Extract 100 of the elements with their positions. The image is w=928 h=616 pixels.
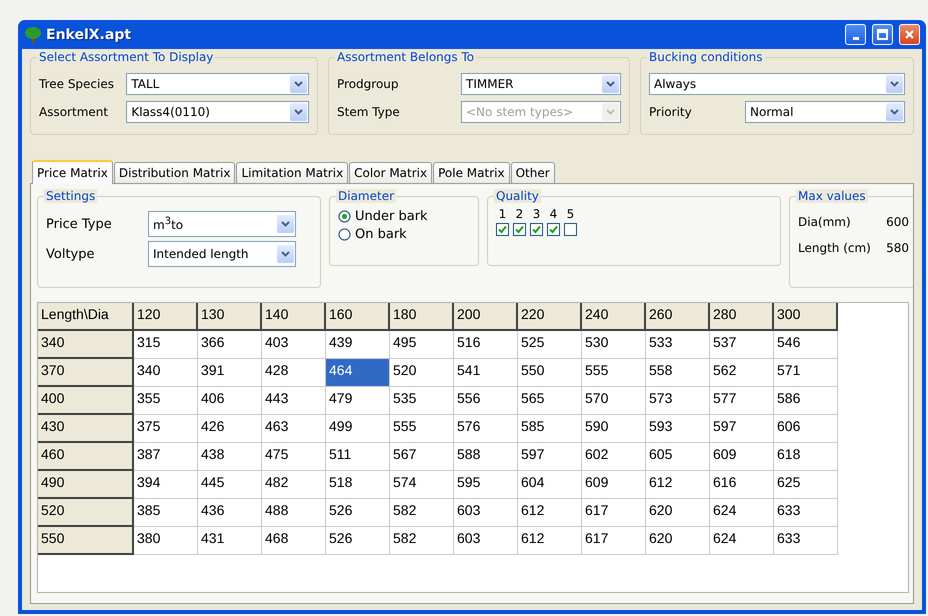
table-cell[interactable]: 606 (774, 415, 838, 443)
table-cell[interactable]: 403 (262, 331, 326, 359)
table-cell[interactable]: 550 (518, 359, 582, 387)
checkbox[interactable] (513, 223, 526, 236)
table-cell[interactable]: 625 (774, 471, 838, 499)
dropdown[interactable]: Always (649, 73, 905, 95)
table-cell[interactable]: 576 (454, 415, 518, 443)
table-cell[interactable]: 438 (198, 443, 262, 471)
table-cell[interactable]: 567 (390, 443, 454, 471)
table-cell[interactable]: 617 (582, 499, 646, 527)
table-cell[interactable]: 526 (326, 499, 390, 527)
table-cell[interactable]: 633 (774, 527, 838, 555)
table-cell[interactable]: 443 (262, 387, 326, 415)
table-cell[interactable]: 475 (262, 443, 326, 471)
table-cell[interactable]: 464 (326, 359, 390, 387)
table-cell[interactable]: 541 (454, 359, 518, 387)
table-cell[interactable]: 530 (582, 331, 646, 359)
dropdown[interactable]: m$^{3}$to (148, 211, 296, 237)
table-cell[interactable]: 616 (710, 471, 774, 499)
table-cell[interactable]: 574 (390, 471, 454, 499)
table-cell[interactable]: 426 (198, 415, 262, 443)
table-cell[interactable]: 520 (390, 359, 454, 387)
checkbox[interactable] (530, 223, 543, 236)
table-cell[interactable]: 558 (646, 359, 710, 387)
tab[interactable]: Color Matrix (349, 162, 432, 183)
table-cell[interactable]: 597 (518, 443, 582, 471)
table-cell[interactable]: 482 (262, 471, 326, 499)
table-cell[interactable]: 535 (390, 387, 454, 415)
table-cell[interactable]: 436 (198, 499, 262, 527)
tab[interactable]: Distribution Matrix (114, 162, 236, 183)
table-cell[interactable]: 612 (518, 499, 582, 527)
table-cell[interactable]: 380 (134, 527, 198, 555)
table-cell[interactable]: 620 (646, 499, 710, 527)
table-cell[interactable]: 593 (646, 415, 710, 443)
table-cell[interactable]: 577 (710, 387, 774, 415)
radio-option[interactable]: Under bark (338, 207, 428, 225)
table-cell[interactable]: 590 (582, 415, 646, 443)
minimize-button[interactable] (845, 24, 866, 45)
tab[interactable]: Other (510, 162, 555, 183)
tab[interactable]: Limitation Matrix (236, 162, 348, 183)
table-cell[interactable]: 573 (646, 387, 710, 415)
table-cell[interactable]: 468 (262, 527, 326, 555)
maximize-button[interactable] (872, 24, 893, 45)
checkbox[interactable] (564, 223, 577, 236)
table-cell[interactable]: 375 (134, 415, 198, 443)
table-cell[interactable]: 603 (454, 499, 518, 527)
dropdown[interactable]: Normal (745, 101, 905, 123)
dropdown[interactable]: TALL (126, 73, 309, 95)
table-cell[interactable]: 391 (198, 359, 262, 387)
table-cell[interactable]: 603 (454, 527, 518, 555)
table-cell[interactable]: 633 (774, 499, 838, 527)
table-cell[interactable]: 620 (646, 527, 710, 555)
table-cell[interactable]: 488 (262, 499, 326, 527)
table-cell[interactable]: 618 (774, 443, 838, 471)
table-cell[interactable]: 571 (774, 359, 838, 387)
table-cell[interactable]: 597 (710, 415, 774, 443)
table-cell[interactable]: 585 (518, 415, 582, 443)
table-cell[interactable]: 366 (198, 331, 262, 359)
table-cell[interactable]: 546 (774, 331, 838, 359)
table-cell[interactable]: 556 (454, 387, 518, 415)
table-cell[interactable]: 624 (710, 527, 774, 555)
table-cell[interactable]: 511 (326, 443, 390, 471)
table-cell[interactable]: 555 (390, 415, 454, 443)
table-cell[interactable]: 624 (710, 499, 774, 527)
dropdown[interactable]: TIMMER (461, 73, 621, 95)
table-cell[interactable]: 525 (518, 331, 582, 359)
dropdown[interactable]: Klass4(0110) (126, 101, 309, 123)
table-cell[interactable]: 605 (646, 443, 710, 471)
table-cell[interactable]: 518 (326, 471, 390, 499)
dropdown[interactable]: Intended length (148, 241, 296, 267)
table-cell[interactable]: 595 (454, 471, 518, 499)
table-cell[interactable]: 355 (134, 387, 198, 415)
table-cell[interactable]: 562 (710, 359, 774, 387)
table-cell[interactable]: 533 (646, 331, 710, 359)
table-cell[interactable]: 385 (134, 499, 198, 527)
table-cell[interactable]: 387 (134, 443, 198, 471)
table-cell[interactable]: 555 (582, 359, 646, 387)
table-cell[interactable]: 565 (518, 387, 582, 415)
table-cell[interactable]: 617 (582, 527, 646, 555)
table-cell[interactable]: 602 (582, 443, 646, 471)
table-cell[interactable]: 526 (326, 527, 390, 555)
table-cell[interactable]: 609 (710, 443, 774, 471)
table-cell[interactable]: 612 (518, 527, 582, 555)
table-cell[interactable]: 431 (198, 527, 262, 555)
table-cell[interactable]: 582 (390, 527, 454, 555)
table-cell[interactable]: 406 (198, 387, 262, 415)
table-cell[interactable]: 609 (582, 471, 646, 499)
table-cell[interactable]: 340 (134, 359, 198, 387)
close-button[interactable] (899, 24, 920, 45)
table-cell[interactable]: 604 (518, 471, 582, 499)
table-cell[interactable]: 516 (454, 331, 518, 359)
checkbox[interactable] (547, 223, 560, 236)
tab[interactable]: Pole Matrix (433, 162, 510, 183)
table-cell[interactable]: 445 (198, 471, 262, 499)
checkbox[interactable] (496, 223, 509, 236)
table-cell[interactable]: 499 (326, 415, 390, 443)
table-cell[interactable]: 479 (326, 387, 390, 415)
table-cell[interactable]: 394 (134, 471, 198, 499)
table-cell[interactable]: 315 (134, 331, 198, 359)
table-cell[interactable]: 537 (710, 331, 774, 359)
